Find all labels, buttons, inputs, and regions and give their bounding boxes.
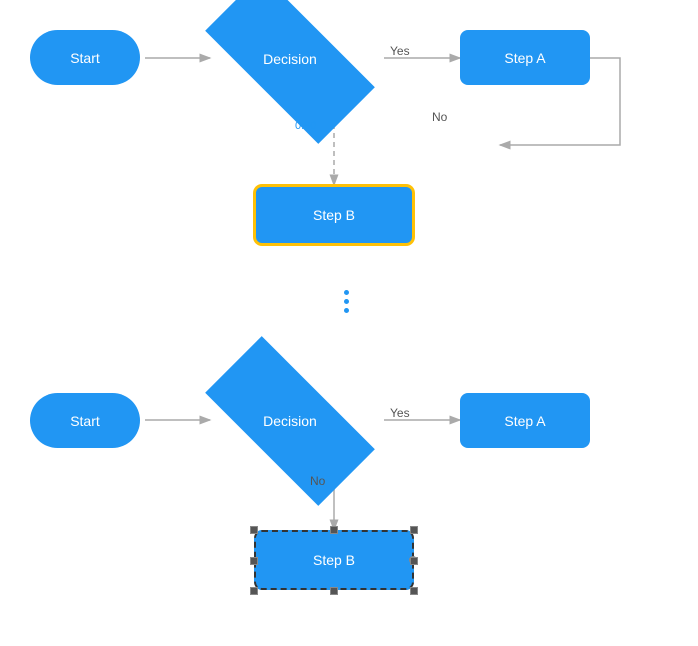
- dot-1: [344, 290, 349, 295]
- dot-2: [344, 299, 349, 304]
- handle-bc[interactable]: [330, 587, 338, 595]
- weight-label-top: 0.80: [295, 120, 316, 132]
- step-a-label-bottom: Step A: [504, 413, 545, 429]
- step-a-node-bottom: Step A: [460, 393, 590, 448]
- step-b-node-bottom[interactable]: Step B: [254, 530, 414, 590]
- no-label-bottom: No: [310, 474, 325, 488]
- handle-bl[interactable]: [250, 587, 258, 595]
- decision-diamond-bottom: Decision: [210, 381, 370, 461]
- handle-tr[interactable]: [410, 526, 418, 534]
- start-label-top: Start: [70, 50, 100, 66]
- decision-diamond-top: Decision: [210, 19, 370, 99]
- step-b-node-top: Step B: [254, 185, 414, 245]
- step-a-label-top: Step A: [504, 50, 545, 66]
- step-b-label-bottom: Step B: [313, 552, 355, 568]
- yes-label-top: Yes: [390, 44, 410, 58]
- handle-br[interactable]: [410, 587, 418, 595]
- start-label-bottom: Start: [70, 413, 100, 429]
- handle-mr[interactable]: [410, 557, 418, 565]
- step-b-label-top: Step B: [313, 207, 355, 223]
- no-label-top: No: [432, 110, 447, 124]
- yes-label-bottom: Yes: [390, 406, 410, 420]
- dots-separator: [344, 290, 349, 313]
- handle-tl[interactable]: [250, 526, 258, 534]
- start-node-top: Start: [30, 30, 140, 85]
- start-node-bottom: Start: [30, 393, 140, 448]
- step-a-node-top: Step A: [460, 30, 590, 85]
- handle-tc[interactable]: [330, 526, 338, 534]
- dot-3: [344, 308, 349, 313]
- handle-ml[interactable]: [250, 557, 258, 565]
